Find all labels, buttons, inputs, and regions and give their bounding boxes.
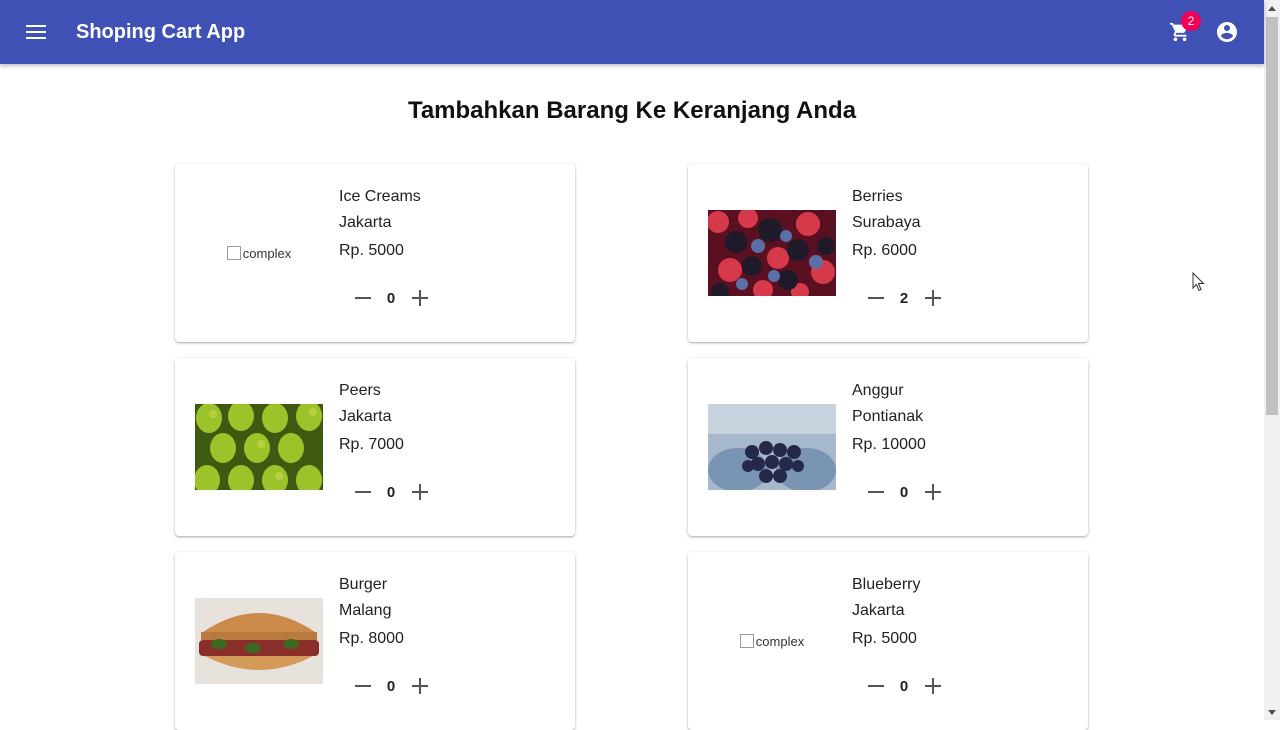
product-city: Jakarta	[339, 408, 392, 425]
product-name: Anggur	[852, 382, 904, 399]
product-card: Peers Jakarta Rp. 7000 0	[175, 358, 575, 536]
quantity-value: 0	[386, 484, 396, 501]
app-bar: Shoping Cart App 2	[0, 0, 1264, 64]
minus-icon	[355, 491, 371, 493]
plus-icon	[925, 290, 941, 306]
image-alt-text: complex	[755, 633, 805, 649]
scrollbar-thumb[interactable]	[1266, 17, 1278, 415]
menu-button[interactable]	[22, 18, 50, 46]
plus-icon	[412, 678, 428, 694]
product-city: Malang	[339, 602, 392, 619]
plus-icon	[412, 484, 428, 500]
product-price: Rp. 10000	[852, 436, 926, 453]
scroll-down-button[interactable]	[1264, 704, 1280, 720]
product-price: Rp. 8000	[339, 630, 404, 647]
product-name: Ice Creams	[339, 188, 421, 205]
decrease-button[interactable]	[864, 480, 888, 504]
product-image	[708, 404, 836, 490]
increase-button[interactable]	[408, 480, 432, 504]
product-name: Peers	[339, 382, 381, 399]
minus-icon	[868, 297, 884, 299]
product-price: Rp. 6000	[852, 242, 917, 259]
scroll-up-button[interactable]	[1264, 0, 1280, 16]
vertical-scrollbar[interactable]	[1264, 0, 1280, 720]
quantity-value: 2	[899, 290, 909, 307]
app-title: Shoping Cart App	[76, 21, 246, 43]
scroll-up-icon	[1268, 5, 1276, 11]
minus-icon	[355, 685, 371, 687]
product-card: complex Ice Creams Jakarta Rp. 5000 0	[175, 164, 575, 342]
scroll-down-icon	[1268, 709, 1276, 715]
broken-image-icon	[739, 634, 754, 648]
product-city: Surabaya	[852, 214, 921, 231]
plus-icon	[925, 678, 941, 694]
minus-icon	[868, 491, 884, 493]
pears-image	[195, 404, 323, 490]
product-image	[195, 404, 323, 490]
decrease-button[interactable]	[864, 674, 888, 698]
product-card: Berries Surabaya Rp. 6000 2	[688, 164, 1088, 342]
increase-button[interactable]	[921, 480, 945, 504]
product-city: Jakarta	[339, 214, 392, 231]
product-price: Rp. 5000	[339, 242, 404, 259]
plus-icon	[412, 290, 428, 306]
decrease-button[interactable]	[351, 674, 375, 698]
product-price: Rp. 7000	[339, 436, 404, 453]
page-heading: Tambahkan Barang Ke Keranjang Anda	[407, 97, 857, 124]
increase-button[interactable]	[408, 674, 432, 698]
burger-image	[195, 598, 323, 684]
account-circle-icon	[1217, 22, 1237, 42]
mouse-cursor-icon	[1192, 272, 1205, 292]
minus-icon	[868, 685, 884, 687]
product-card: Burger Malang Rp. 8000 0	[175, 552, 575, 730]
product-image: complex	[195, 210, 323, 296]
broken-image-icon	[226, 246, 241, 260]
broken-image: complex	[739, 633, 805, 649]
product-city: Pontianak	[852, 408, 924, 425]
product-name: Burger	[339, 576, 388, 593]
decrease-button[interactable]	[351, 286, 375, 310]
minus-icon	[355, 297, 371, 299]
broken-image: complex	[226, 245, 292, 261]
increase-button[interactable]	[921, 286, 945, 310]
berries-image	[708, 210, 836, 296]
grapes-image	[708, 404, 836, 490]
product-city: Jakarta	[852, 602, 905, 619]
product-price: Rp. 5000	[852, 630, 917, 647]
menu-icon	[26, 25, 46, 39]
product-image	[195, 598, 323, 684]
increase-button[interactable]	[408, 286, 432, 310]
product-image	[708, 210, 836, 296]
product-image: complex	[708, 598, 836, 684]
account-button[interactable]	[1213, 18, 1241, 46]
image-alt-text: complex	[242, 245, 292, 261]
quantity-value: 0	[386, 290, 396, 307]
decrease-button[interactable]	[351, 480, 375, 504]
quantity-value: 0	[899, 484, 909, 501]
quantity-value: 0	[899, 678, 909, 695]
quantity-value: 0	[386, 678, 396, 695]
increase-button[interactable]	[921, 674, 945, 698]
product-name: Berries	[852, 188, 903, 205]
product-card: complex Blueberry Jakarta Rp. 5000 0	[688, 552, 1088, 730]
product-name: Blueberry	[852, 576, 921, 593]
product-card: Anggur Pontianak Rp. 10000 0	[688, 358, 1088, 536]
plus-icon	[925, 484, 941, 500]
decrease-button[interactable]	[864, 286, 888, 310]
cart-count-badge: 2	[1181, 11, 1201, 31]
